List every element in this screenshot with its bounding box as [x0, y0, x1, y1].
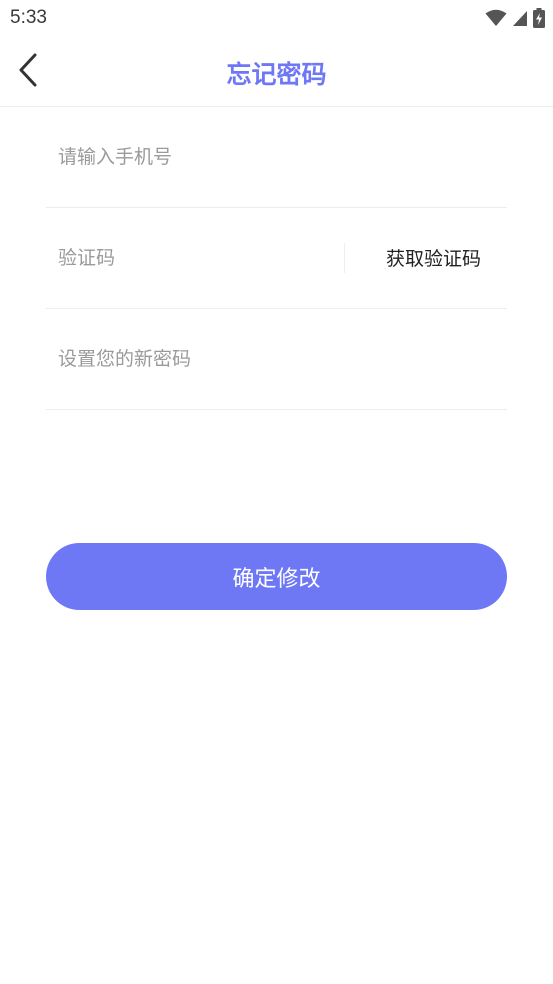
phone-field	[46, 106, 507, 208]
get-code-button[interactable]: 获取验证码	[386, 207, 481, 308]
battery-charging-icon	[533, 8, 545, 32]
new-password-input[interactable]	[58, 308, 478, 409]
new-password-field	[46, 308, 507, 410]
status-icons	[485, 8, 545, 32]
phone-input[interactable]	[58, 106, 478, 207]
confirm-change-button[interactable]: 确定修改	[46, 543, 507, 610]
app-bar: 忘记密码	[0, 38, 553, 107]
status-time: 5:33	[10, 7, 47, 28]
page-title: 忘记密码	[226, 60, 327, 89]
wifi-icon	[485, 9, 507, 31]
code-divider	[344, 243, 345, 273]
status-bar: 5:33	[0, 0, 553, 38]
verification-code-input[interactable]	[58, 207, 328, 308]
verification-code-field: 获取验证码	[46, 207, 507, 309]
cell-signal-icon	[512, 9, 528, 31]
